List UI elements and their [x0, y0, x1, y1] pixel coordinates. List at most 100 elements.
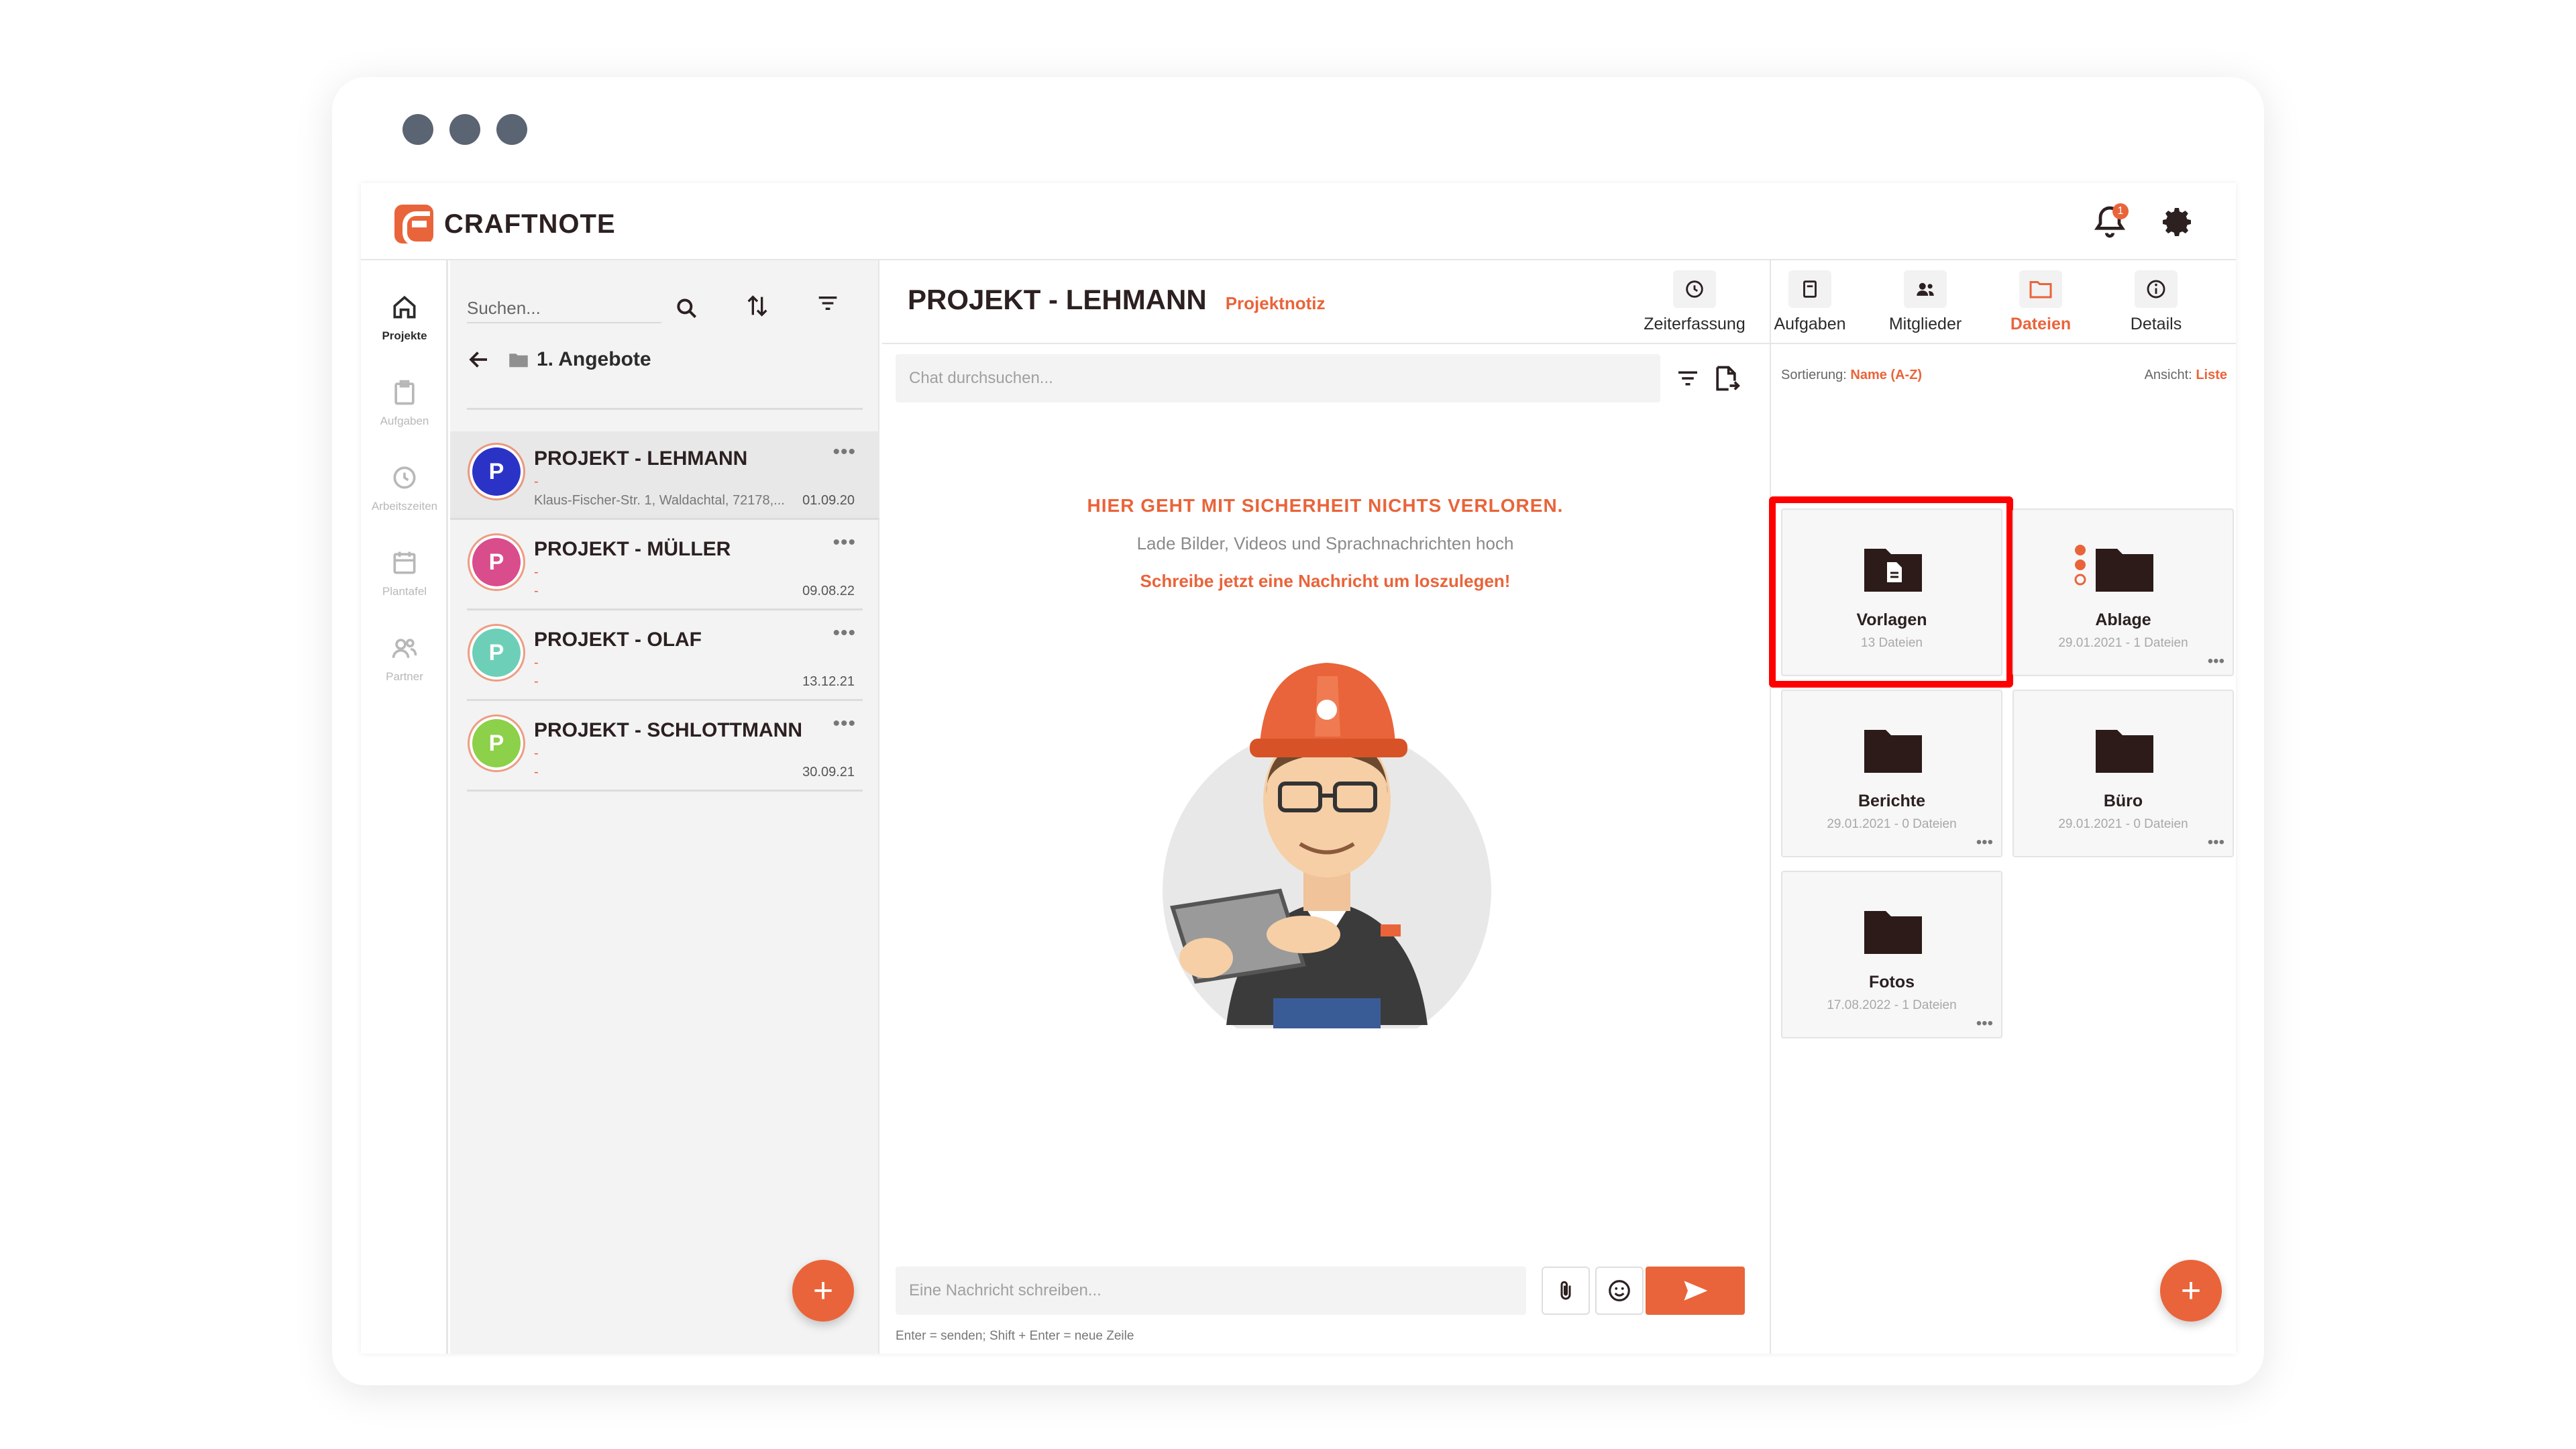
folder-name: Berichte: [1858, 792, 1926, 810]
attach-button[interactable]: [1542, 1267, 1590, 1315]
project-title: PROJEKT - MÜLLER: [534, 538, 731, 560]
project-list-item[interactable]: P PROJEKT - LEHMANN - Klaus-Fischer-Str.…: [450, 431, 879, 520]
project-title: PROJEKT - SCHLOTTMANN: [534, 719, 802, 741]
settings-button[interactable]: [2158, 203, 2196, 241]
tab-aufgaben[interactable]: Aufgaben: [1752, 270, 1868, 334]
folder-card-ablage[interactable]: Ablage 29.01.2021 - 1 Dateien •••: [2012, 508, 2234, 676]
nav-item-projekte[interactable]: Projekte: [361, 292, 448, 343]
project-address: -: [534, 674, 539, 689]
filter-button[interactable]: [809, 284, 847, 322]
project-list-pane: 1. Angebote P PROJEKT - LEHMANN - Klaus-…: [450, 260, 879, 1354]
folder-name: Büro: [2103, 792, 2143, 810]
nav-label: Aufgaben: [380, 415, 429, 427]
highlight-box: [1769, 496, 2013, 688]
notification-badge: 1: [2112, 203, 2129, 219]
message-input[interactable]: [896, 1267, 1526, 1315]
sort-control[interactable]: Sortierung: Name (A-Z): [1781, 368, 1922, 382]
search-icon: [677, 299, 697, 319]
folder-meta: 29.01.2021 - 0 Dateien: [2058, 817, 2188, 831]
chat-filter-button[interactable]: [1669, 360, 1707, 397]
project-tabs: Zeiterfassung Aufgaben Mitglieder Dateie…: [1637, 270, 2214, 334]
project-list-item[interactable]: P PROJEKT - SCHLOTTMANN - - 30.09.21 •••: [467, 703, 863, 792]
folder-name: Fotos: [1868, 973, 1915, 991]
nav-item-plantafel[interactable]: Plantafel: [361, 548, 448, 598]
project-note-label[interactable]: Projektnotiz: [1226, 293, 1326, 314]
search-button[interactable]: [668, 290, 706, 327]
more-options-icon[interactable]: •••: [833, 622, 856, 645]
avatar: P: [472, 538, 521, 586]
folder-meta: 29.01.2021 - 0 Dateien: [1827, 817, 1957, 831]
breadcrumb-folder: 1. Angebote: [537, 348, 651, 370]
avatar: P: [472, 629, 521, 677]
logo: CRAFTNOTE: [394, 205, 616, 246]
keyboard-hint: Enter = senden; Shift + Enter = neue Zei…: [896, 1329, 1134, 1343]
tab-label: Mitglieder: [1888, 315, 1962, 333]
smiley-icon: [1609, 1280, 1630, 1301]
add-project-button[interactable]: +: [792, 1260, 854, 1322]
app-window: CRAFTNOTE 1 Projekte Aufgaben Arbeitszei…: [332, 77, 2264, 1385]
chat-search-input[interactable]: [896, 354, 1660, 402]
project-date: 01.09.20: [802, 493, 855, 508]
more-options-icon[interactable]: •••: [1976, 1014, 1993, 1033]
emoji-button[interactable]: [1595, 1267, 1644, 1315]
notifications-button[interactable]: 1: [2091, 203, 2129, 241]
project-list-item[interactable]: P PROJEKT - MÜLLER - - 09.08.22 •••: [467, 522, 863, 610]
project-title: PROJEKT - OLAF: [534, 629, 702, 651]
brand-name: CRAFTNOTE: [444, 209, 616, 239]
breadcrumb: 1. Angebote: [467, 347, 651, 372]
status-dots-icon: [2074, 545, 2086, 586]
paperclip-icon: [1560, 1281, 1571, 1300]
window-dot[interactable]: [402, 114, 433, 145]
sort-bar: Sortierung: Name (A-Z) Ansicht: Liste: [1781, 368, 2227, 383]
craftsman-illustration: [1163, 663, 1491, 1028]
empty-state-cta: Schreibe jetzt eine Nachricht um loszule…: [1140, 571, 1511, 591]
more-options-icon[interactable]: •••: [833, 712, 856, 735]
folder-icon: [2029, 281, 2052, 299]
arrow-left-icon[interactable]: [467, 347, 491, 372]
window-dot[interactable]: [496, 114, 527, 145]
tab-dateien[interactable]: Dateien: [1983, 270, 2098, 334]
folder-card-fotos[interactable]: Fotos 17.08.2022 - 1 Dateien •••: [1781, 871, 2002, 1038]
empty-state-subtitle: Lade Bilder, Videos und Sprachnachrichte…: [1136, 533, 1514, 553]
tab-mitglieder[interactable]: Mitglieder: [1868, 270, 1983, 334]
folder-icon: [1864, 911, 1922, 954]
project-search-input[interactable]: [467, 294, 661, 323]
nav-label: Plantafel: [382, 585, 427, 598]
filter-icon: [818, 297, 837, 310]
project-address: -: [534, 584, 539, 598]
nav-item-partner[interactable]: Partner: [361, 633, 448, 684]
project-header: PROJEKT - LEHMANN Projektnotiz: [908, 284, 1325, 316]
files-pane: Zeiterfassung Aufgaben Mitglieder Dateie…: [882, 260, 2236, 1354]
gear-icon: [2163, 208, 2191, 236]
folder-card-berichte[interactable]: Berichte 29.01.2021 - 0 Dateien •••: [1781, 690, 2002, 857]
nav-item-aufgaben[interactable]: Aufgaben: [361, 378, 448, 428]
project-subtitle: -: [534, 474, 539, 489]
send-button[interactable]: [1646, 1267, 1745, 1315]
more-options-icon[interactable]: •••: [2208, 833, 2224, 852]
more-options-icon[interactable]: •••: [2208, 652, 2224, 671]
window-dot[interactable]: [449, 114, 480, 145]
view-control[interactable]: Ansicht: Liste: [2145, 368, 2227, 383]
more-options-icon[interactable]: •••: [1976, 833, 1993, 852]
tab-zeiterfassung[interactable]: Zeiterfassung: [1637, 270, 1752, 334]
export-chat-button[interactable]: [1707, 360, 1745, 397]
add-file-button[interactable]: +: [2160, 1260, 2222, 1322]
folder-card-buero[interactable]: Büro 29.01.2021 - 0 Dateien •••: [2012, 690, 2234, 857]
project-subtitle: -: [534, 746, 539, 761]
nav-item-arbeitszeiten[interactable]: Arbeitszeiten: [361, 463, 448, 513]
tab-label: Zeiterfassung: [1644, 315, 1746, 333]
folder-meta: 29.01.2021 - 1 Dateien: [2058, 636, 2188, 650]
project-address: -: [534, 765, 539, 780]
chat-pane: PROJEKT - LEHMANN Projektnotiz HIER GEHT…: [881, 260, 1770, 1354]
nav-label: Projekte: [382, 329, 427, 342]
project-title: PROJEKT - LEHMANN: [534, 447, 748, 470]
more-options-icon[interactable]: •••: [833, 441, 856, 464]
more-options-icon[interactable]: •••: [833, 531, 856, 554]
top-bar: CRAFTNOTE 1: [361, 183, 2236, 260]
project-list-item[interactable]: P PROJEKT - OLAF - - 13.12.21 •••: [467, 612, 863, 701]
tab-details[interactable]: Details: [2098, 270, 2214, 334]
sort-button[interactable]: [739, 287, 776, 325]
project-date: 09.08.22: [802, 584, 855, 598]
project-subtitle: -: [534, 655, 539, 670]
clipboard-icon: [394, 380, 415, 405]
